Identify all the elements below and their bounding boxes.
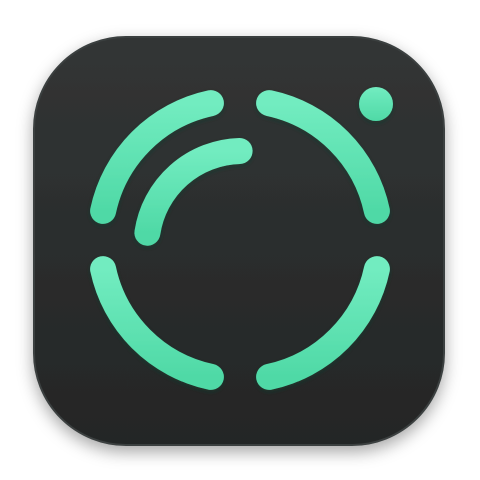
app-icon-canvas — [0, 0, 480, 480]
status-dot-icon — [359, 87, 393, 121]
app-icon — [33, 36, 445, 446]
